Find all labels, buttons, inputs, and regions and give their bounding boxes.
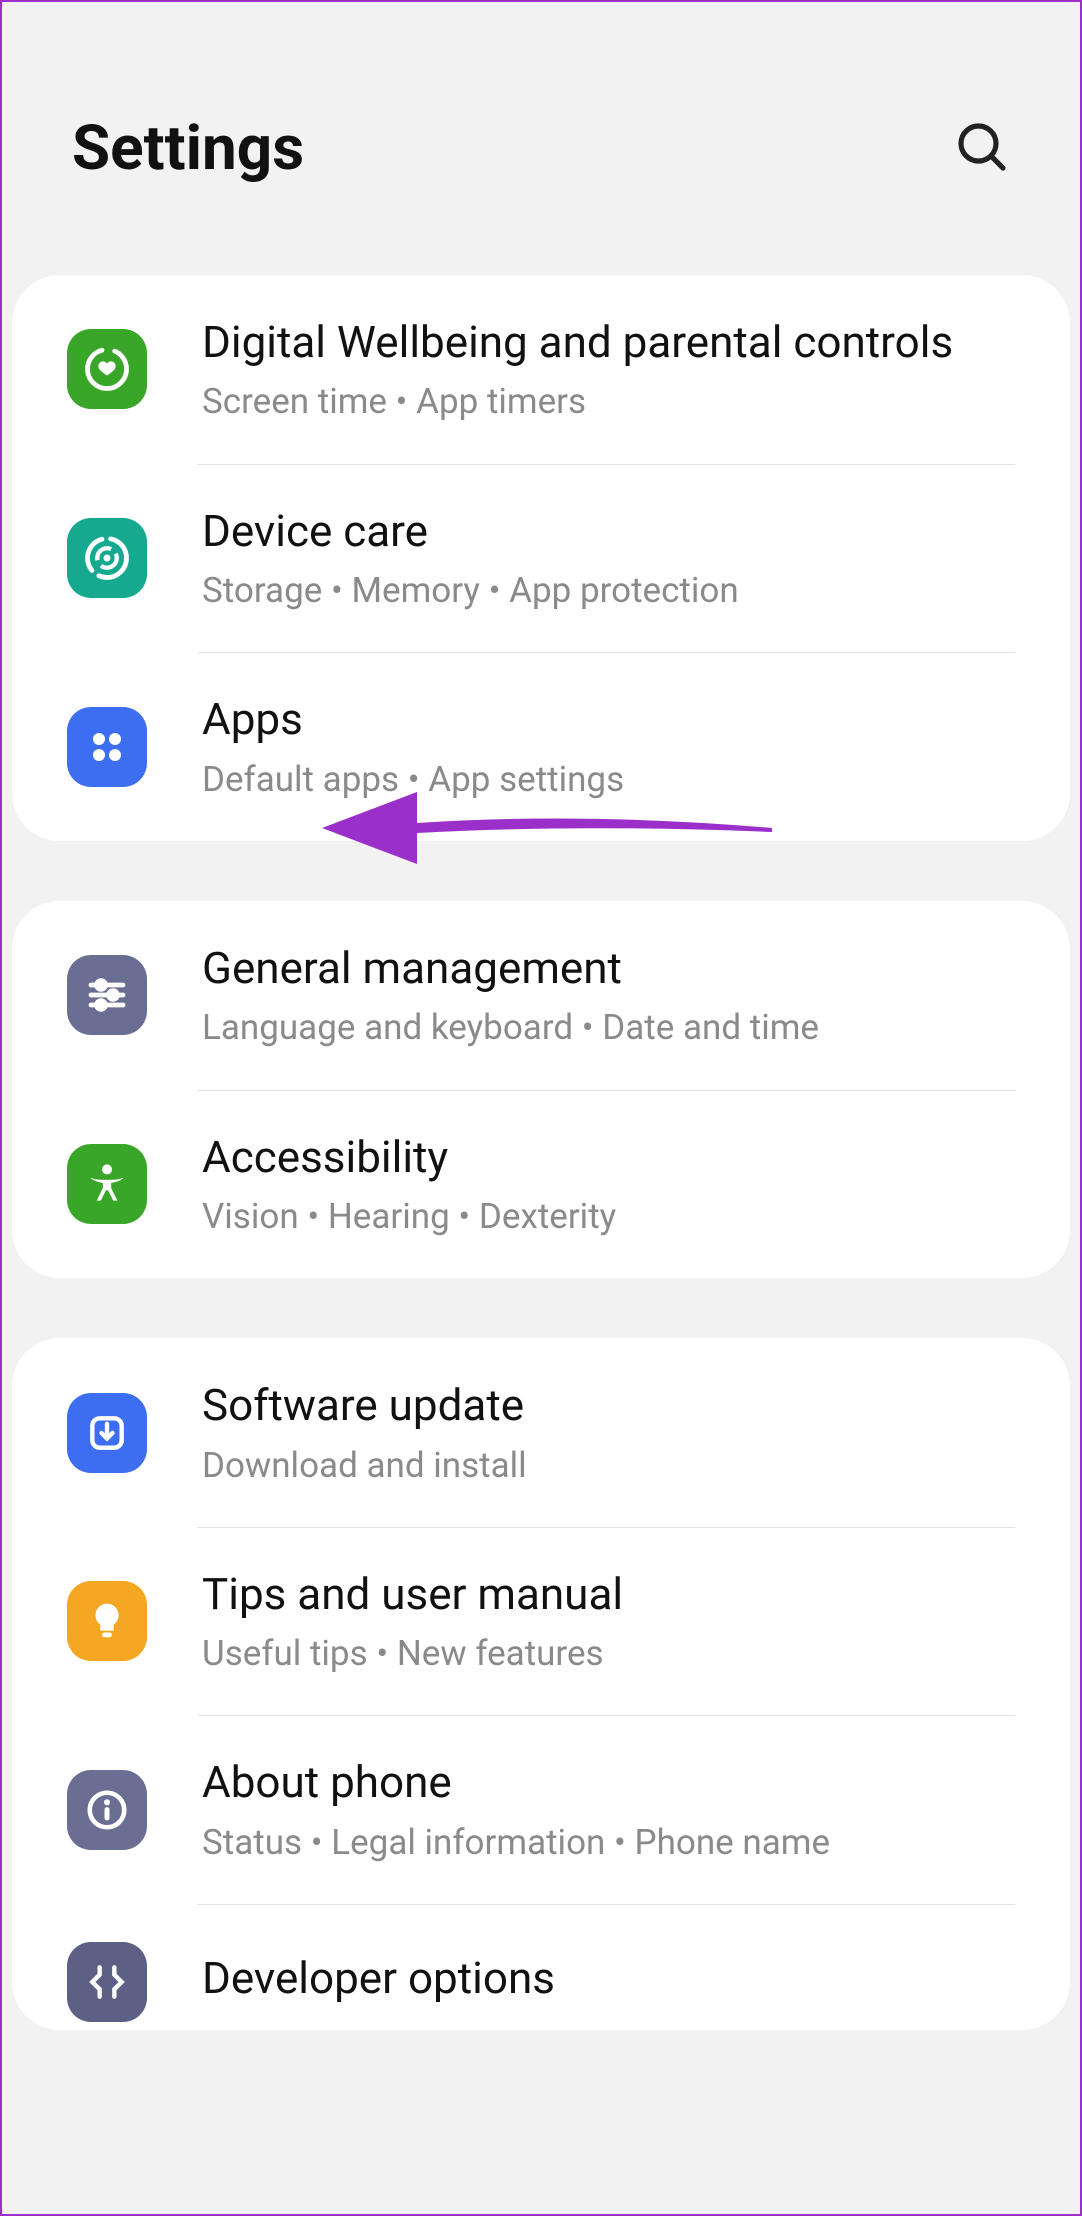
settings-item-developer[interactable]: Developer options <box>12 1904 1070 2030</box>
devicecare-icon <box>67 518 147 598</box>
settings-item-devicecare[interactable]: Device care Storage • Memory • App prote… <box>12 464 1070 653</box>
settings-section: Software update Download and install Tip… <box>12 1338 1070 2030</box>
settings-item-apps[interactable]: Apps Default apps • App settings <box>12 652 1070 841</box>
item-title: General management <box>202 939 1015 998</box>
settings-item-accessibility[interactable]: Accessibility Vision • Hearing • Dexteri… <box>12 1090 1070 1279</box>
accessibility-icon <box>67 1144 147 1224</box>
general-icon <box>67 955 147 1035</box>
search-button[interactable] <box>954 119 1010 178</box>
page-title: Settings <box>72 112 304 185</box>
about-icon <box>67 1770 147 1850</box>
apps-icon <box>67 707 147 787</box>
item-title: Accessibility <box>202 1128 1015 1187</box>
item-subtitle: Storage • Memory • App protection <box>202 567 1015 614</box>
settings-item-wellbeing[interactable]: Digital Wellbeing and parental controls … <box>12 275 1070 464</box>
settings-item-general[interactable]: General management Language and keyboard… <box>12 901 1070 1090</box>
settings-item-software[interactable]: Software update Download and install <box>12 1338 1070 1527</box>
item-subtitle: Default apps • App settings <box>202 756 1015 803</box>
item-subtitle: Language and keyboard • Date and time <box>202 1004 1015 1051</box>
item-title: About phone <box>202 1753 1015 1812</box>
item-subtitle: Vision • Hearing • Dexterity <box>202 1193 1015 1240</box>
item-title: Software update <box>202 1376 1015 1435</box>
software-update-icon <box>67 1393 147 1473</box>
tips-icon <box>67 1581 147 1661</box>
settings-item-about[interactable]: About phone Status • Legal information •… <box>12 1715 1070 1904</box>
item-title: Developer options <box>202 1949 1015 2008</box>
item-title: Tips and user manual <box>202 1565 1015 1624</box>
item-subtitle: Download and install <box>202 1442 1015 1489</box>
item-title: Apps <box>202 690 1015 749</box>
item-subtitle: Useful tips • New features <box>202 1630 1015 1677</box>
settings-section: General management Language and keyboard… <box>12 901 1070 1278</box>
developer-icon <box>67 1942 147 2022</box>
wellbeing-icon <box>67 329 147 409</box>
search-icon <box>954 163 1010 178</box>
item-subtitle: Screen time • App timers <box>202 378 1015 425</box>
settings-item-tips[interactable]: Tips and user manual Useful tips • New f… <box>12 1527 1070 1716</box>
item-title: Digital Wellbeing and parental controls <box>202 313 1015 372</box>
item-title: Device care <box>202 502 1015 561</box>
item-subtitle: Status • Legal information • Phone name <box>202 1819 1015 1866</box>
settings-section: Digital Wellbeing and parental controls … <box>12 275 1070 841</box>
settings-header: Settings <box>2 2 1080 275</box>
